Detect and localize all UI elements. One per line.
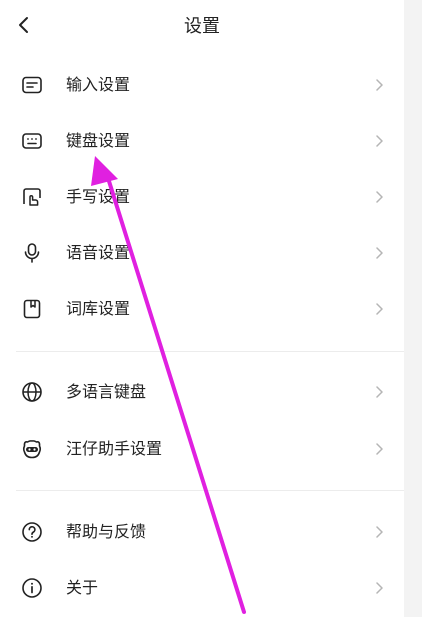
settings-item-label: 键盘设置 [66,131,131,150]
microphone-icon [21,242,43,264]
info-icon [21,577,43,599]
handwriting-icon [21,186,43,208]
settings-item-label: 手写设置 [66,187,131,206]
keyboard-icon [21,130,43,152]
settings-item-label: 语音设置 [66,243,131,262]
dictionary-icon [21,298,43,320]
chevron-right-icon [373,76,385,94]
chevron-right-icon [373,579,385,597]
settings-item-label: 输入设置 [66,75,131,94]
header-bar: 设置 [0,0,404,50]
settings-item-multilang[interactable]: 多语言键盘 [0,364,404,420]
chevron-right-icon [373,300,385,318]
group-divider [16,351,404,352]
group-divider [16,490,404,491]
chevron-right-icon [373,523,385,541]
mascot-icon [21,438,43,460]
settings-item-label: 汪仔助手设置 [66,439,163,458]
help-icon [21,521,43,543]
settings-item-label: 词库设置 [66,299,131,318]
globe-icon [21,381,43,403]
settings-item-help[interactable]: 帮助与反馈 [0,504,404,560]
page-title: 设置 [184,16,220,37]
settings-item-voice[interactable]: 语音设置 [0,225,404,281]
settings-item-assistant[interactable]: 汪仔助手设置 [0,421,404,477]
input-settings-icon [21,74,43,96]
chevron-right-icon [373,132,385,150]
chevron-right-icon [373,244,385,262]
settings-item-keyboard[interactable]: 键盘设置 [0,113,404,169]
settings-item-about[interactable]: 关于 [0,560,404,616]
settings-panel: 设置 输入设置 键盘设置 手写设置 语音设置 词库设置 多语言键盘 汪仔助手设置… [0,0,404,617]
settings-item-label: 帮助与反馈 [66,522,147,541]
settings-item-label: 多语言键盘 [66,382,147,401]
settings-item-label: 关于 [66,578,99,597]
chevron-right-icon [373,440,385,458]
settings-item-dictionary[interactable]: 词库设置 [0,281,404,337]
side-gutter [404,0,422,617]
chevron-right-icon [373,383,385,401]
settings-item-input[interactable]: 输入设置 [0,57,404,113]
settings-item-handwriting[interactable]: 手写设置 [0,169,404,225]
chevron-right-icon [373,188,385,206]
